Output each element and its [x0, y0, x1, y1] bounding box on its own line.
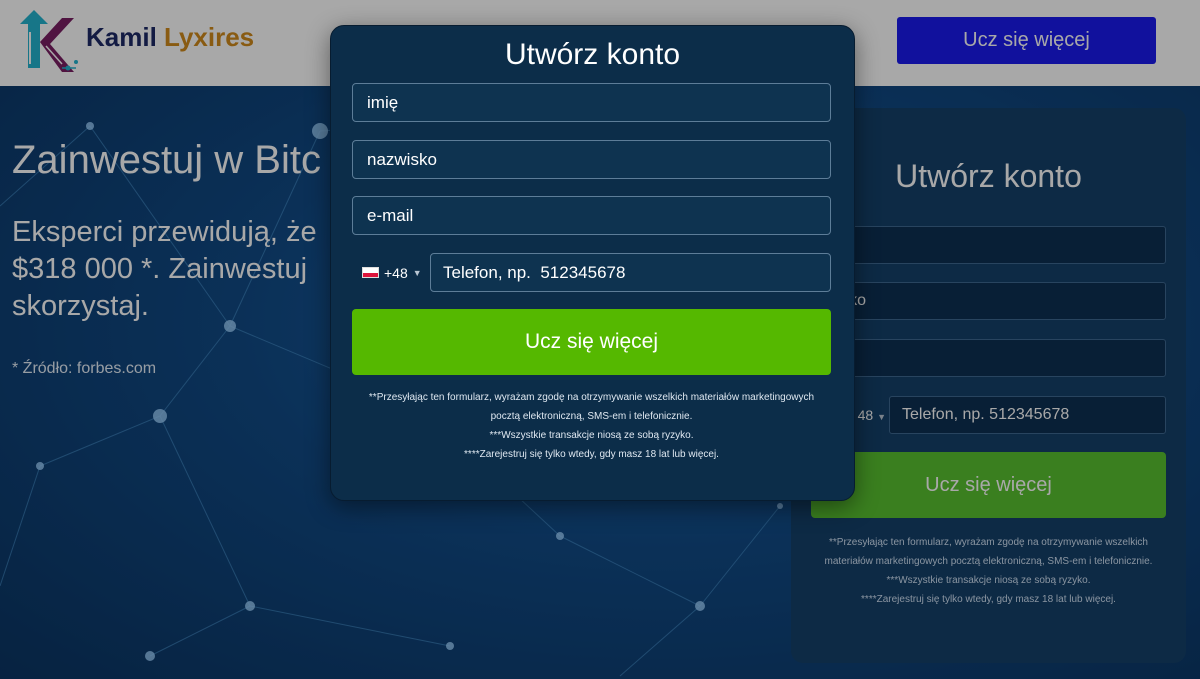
poland-flag-icon — [362, 267, 379, 278]
chevron-down-icon: ▼ — [412, 267, 422, 278]
phone-code-text: +48 — [384, 264, 408, 281]
phone-input[interactable]: Telefon, np. 512345678 — [430, 253, 831, 292]
legal-line: **Przesyłając ten formularz, wyrażam zgo… — [368, 392, 815, 403]
legal-line: pocztą elektroniczną, SMS-em i telefonic… — [490, 411, 693, 422]
phone-country-select[interactable]: +48 ▼ — [352, 253, 430, 292]
last-name-input[interactable]: nazwisko — [352, 140, 831, 179]
email-input[interactable]: e-mail — [352, 196, 831, 235]
first-name-input[interactable]: imię — [352, 83, 831, 122]
legal-line: ****Zarejestruj się tylko wtedy, gdy mas… — [464, 449, 719, 460]
modal-title: Utwórz konto — [504, 38, 681, 71]
legal-line: ***Wszystkie transakcje niosą ze sobą ry… — [489, 430, 694, 441]
modal-legal-text: **Przesyłając ten formularz, wyrażam zgo… — [352, 388, 831, 464]
signup-modal: Utwórz konto imię nazwisko e-mail +48 ▼ … — [330, 25, 855, 501]
modal-submit-button[interactable]: Ucz się więcej — [352, 309, 831, 375]
